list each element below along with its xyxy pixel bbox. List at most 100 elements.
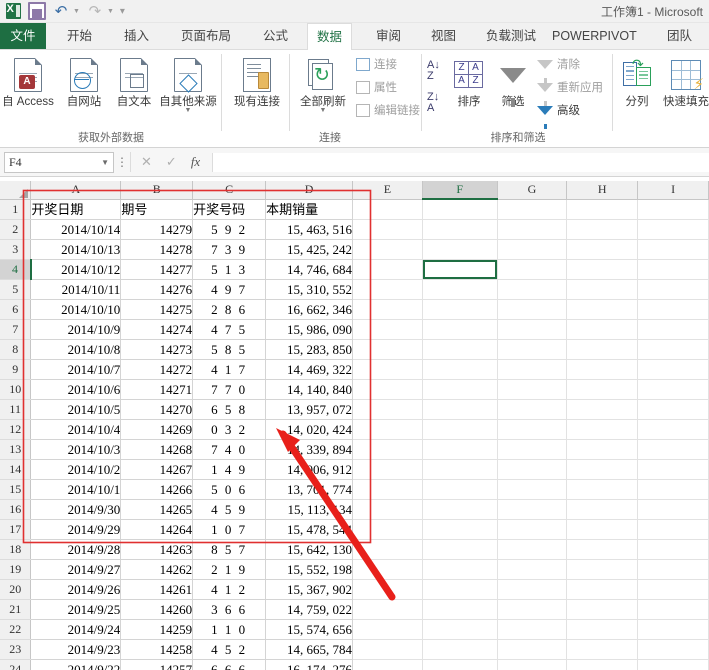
row-header-22[interactable]: 22 bbox=[0, 619, 32, 640]
cell-B2[interactable]: 14279 bbox=[120, 219, 194, 240]
cell-G21[interactable] bbox=[497, 599, 568, 620]
cell-G8[interactable] bbox=[497, 339, 568, 360]
existing-connections-button[interactable]: 现有连接 bbox=[227, 54, 287, 108]
chevron-down-icon[interactable]: ▼ bbox=[294, 107, 352, 114]
cell-D14[interactable]: 14, 006, 912 bbox=[265, 459, 354, 480]
cell-E15[interactable] bbox=[352, 479, 423, 500]
cell-G18[interactable] bbox=[497, 539, 568, 560]
column-header-c[interactable]: C bbox=[192, 181, 267, 200]
cell-G5[interactable] bbox=[497, 279, 568, 300]
cell-A13[interactable]: 2014/10/3 bbox=[30, 439, 122, 460]
cell-A24[interactable]: 2014/9/22 bbox=[30, 659, 122, 670]
cell-B13[interactable]: 14268 bbox=[120, 439, 194, 460]
cell-H2[interactable] bbox=[566, 219, 639, 240]
cell-B16[interactable]: 14265 bbox=[120, 499, 194, 520]
cell-C12[interactable]: 0 3 2 bbox=[192, 419, 267, 440]
cell-H7[interactable] bbox=[566, 319, 639, 340]
row-header-9[interactable]: 9 bbox=[0, 359, 32, 380]
cell-E17[interactable] bbox=[352, 519, 423, 540]
table-row[interactable]: 19 2014/9/27 14262 2 1 9 15, 552, 198 bbox=[0, 559, 709, 580]
cell-H6[interactable] bbox=[566, 299, 639, 320]
row-header-15[interactable]: 15 bbox=[0, 479, 32, 500]
cell-F17[interactable] bbox=[422, 519, 498, 540]
cell-A11[interactable]: 2014/10/5 bbox=[30, 399, 122, 420]
cell-E9[interactable] bbox=[352, 359, 423, 380]
cell-I13[interactable] bbox=[637, 439, 709, 460]
cell-G24[interactable] bbox=[497, 659, 568, 670]
row-header-23[interactable]: 23 bbox=[0, 639, 32, 660]
table-row[interactable]: 3 2014/10/13 14278 7 3 9 15, 425, 242 bbox=[0, 239, 709, 260]
cell-G11[interactable] bbox=[497, 399, 568, 420]
cell-E13[interactable] bbox=[352, 439, 423, 460]
cell-C23[interactable]: 4 5 2 bbox=[192, 639, 267, 660]
cell-A3[interactable]: 2014/10/13 bbox=[30, 239, 122, 260]
cell-I10[interactable] bbox=[637, 379, 709, 400]
cell-G3[interactable] bbox=[497, 239, 568, 260]
enter-formula-icon[interactable]: ✓ bbox=[166, 154, 177, 170]
refresh-all-button[interactable]: ↻ 全部刷新 ▼ bbox=[294, 54, 352, 114]
cell-B4[interactable]: 14277 bbox=[120, 259, 194, 280]
cell-H22[interactable] bbox=[566, 619, 639, 640]
cell-H18[interactable] bbox=[566, 539, 639, 560]
connections-button[interactable]: 连接 bbox=[356, 56, 397, 72]
cell-F15[interactable] bbox=[422, 479, 498, 500]
cell-F24[interactable] bbox=[422, 659, 498, 670]
cell-H5[interactable] bbox=[566, 279, 639, 300]
reapply-button[interactable]: 重新应用 bbox=[537, 79, 603, 106]
row-header-13[interactable]: 13 bbox=[0, 439, 32, 460]
row-header-16[interactable]: 16 bbox=[0, 499, 32, 520]
row-header-3[interactable]: 3 bbox=[0, 239, 32, 260]
cell-B19[interactable]: 14262 bbox=[120, 559, 194, 580]
cell-C3[interactable]: 7 3 9 bbox=[192, 239, 267, 260]
cell-H3[interactable] bbox=[566, 239, 639, 260]
cell-B22[interactable]: 14259 bbox=[120, 619, 194, 640]
cell-C1[interactable]: 开奖号码 bbox=[192, 199, 267, 220]
cell-D21[interactable]: 14, 759, 022 bbox=[265, 599, 354, 620]
cell-I9[interactable] bbox=[637, 359, 709, 380]
cell-F5[interactable] bbox=[422, 279, 498, 300]
tab-page-layout[interactable]: 页面布局 bbox=[172, 23, 240, 49]
cell-E7[interactable] bbox=[352, 319, 423, 340]
cell-D19[interactable]: 15, 552, 198 bbox=[265, 559, 354, 580]
column-header-d[interactable]: D bbox=[265, 181, 354, 200]
cell-H13[interactable] bbox=[566, 439, 639, 460]
cell-H12[interactable] bbox=[566, 419, 639, 440]
from-other-sources-button[interactable]: 自其他来源 ▼ bbox=[155, 54, 221, 114]
cell-A12[interactable]: 2014/10/4 bbox=[30, 419, 122, 440]
cell-A22[interactable]: 2014/9/24 bbox=[30, 619, 122, 640]
cell-E3[interactable] bbox=[352, 239, 423, 260]
cell-B11[interactable]: 14270 bbox=[120, 399, 194, 420]
cell-G15[interactable] bbox=[497, 479, 568, 500]
cell-I15[interactable] bbox=[637, 479, 709, 500]
table-row[interactable]: 18 2014/9/28 14263 8 5 7 15, 642, 130 bbox=[0, 539, 709, 560]
cell-I20[interactable] bbox=[637, 579, 709, 600]
cell-G23[interactable] bbox=[497, 639, 568, 660]
cell-A18[interactable]: 2014/9/28 bbox=[30, 539, 122, 560]
insert-function-icon[interactable]: fx bbox=[191, 154, 200, 170]
spreadsheet-grid[interactable]: A B C D E F G H I 1 开奖日期 期号 开奖号码 本期销量 2 2014/1… bbox=[0, 181, 709, 670]
cell-B21[interactable]: 14260 bbox=[120, 599, 194, 620]
cell-D11[interactable]: 13, 957, 072 bbox=[265, 399, 354, 420]
tab-file[interactable]: 文件 bbox=[0, 23, 46, 49]
cell-H15[interactable] bbox=[566, 479, 639, 500]
cell-D17[interactable]: 15, 478, 544 bbox=[265, 519, 354, 540]
chevron-down-icon[interactable]: ▼ bbox=[101, 158, 109, 167]
select-all-corner[interactable] bbox=[0, 181, 32, 200]
cell-C24[interactable]: 6 6 6 bbox=[192, 659, 267, 670]
row-header-1[interactable]: 1 bbox=[0, 199, 32, 220]
table-row[interactable]: 13 2014/10/3 14268 7 4 0 14, 339, 894 bbox=[0, 439, 709, 460]
cell-E12[interactable] bbox=[352, 419, 423, 440]
cell-C19[interactable]: 2 1 9 bbox=[192, 559, 267, 580]
cell-G19[interactable] bbox=[497, 559, 568, 580]
table-row[interactable]: 22 2014/9/24 14259 1 1 0 15, 574, 656 bbox=[0, 619, 709, 640]
row-header-20[interactable]: 20 bbox=[0, 579, 32, 600]
tab-formulas[interactable]: 公式 bbox=[254, 23, 297, 49]
cell-B9[interactable]: 14272 bbox=[120, 359, 194, 380]
row-header-5[interactable]: 5 bbox=[0, 279, 32, 300]
row-header-17[interactable]: 17 bbox=[0, 519, 32, 540]
cell-E21[interactable] bbox=[352, 599, 423, 620]
cell-E8[interactable] bbox=[352, 339, 423, 360]
table-row[interactable]: 11 2014/10/5 14270 6 5 8 13, 957, 072 bbox=[0, 399, 709, 420]
cell-C21[interactable]: 3 6 6 bbox=[192, 599, 267, 620]
table-row[interactable]: 15 2014/10/1 14266 5 0 6 13, 701, 774 bbox=[0, 479, 709, 500]
